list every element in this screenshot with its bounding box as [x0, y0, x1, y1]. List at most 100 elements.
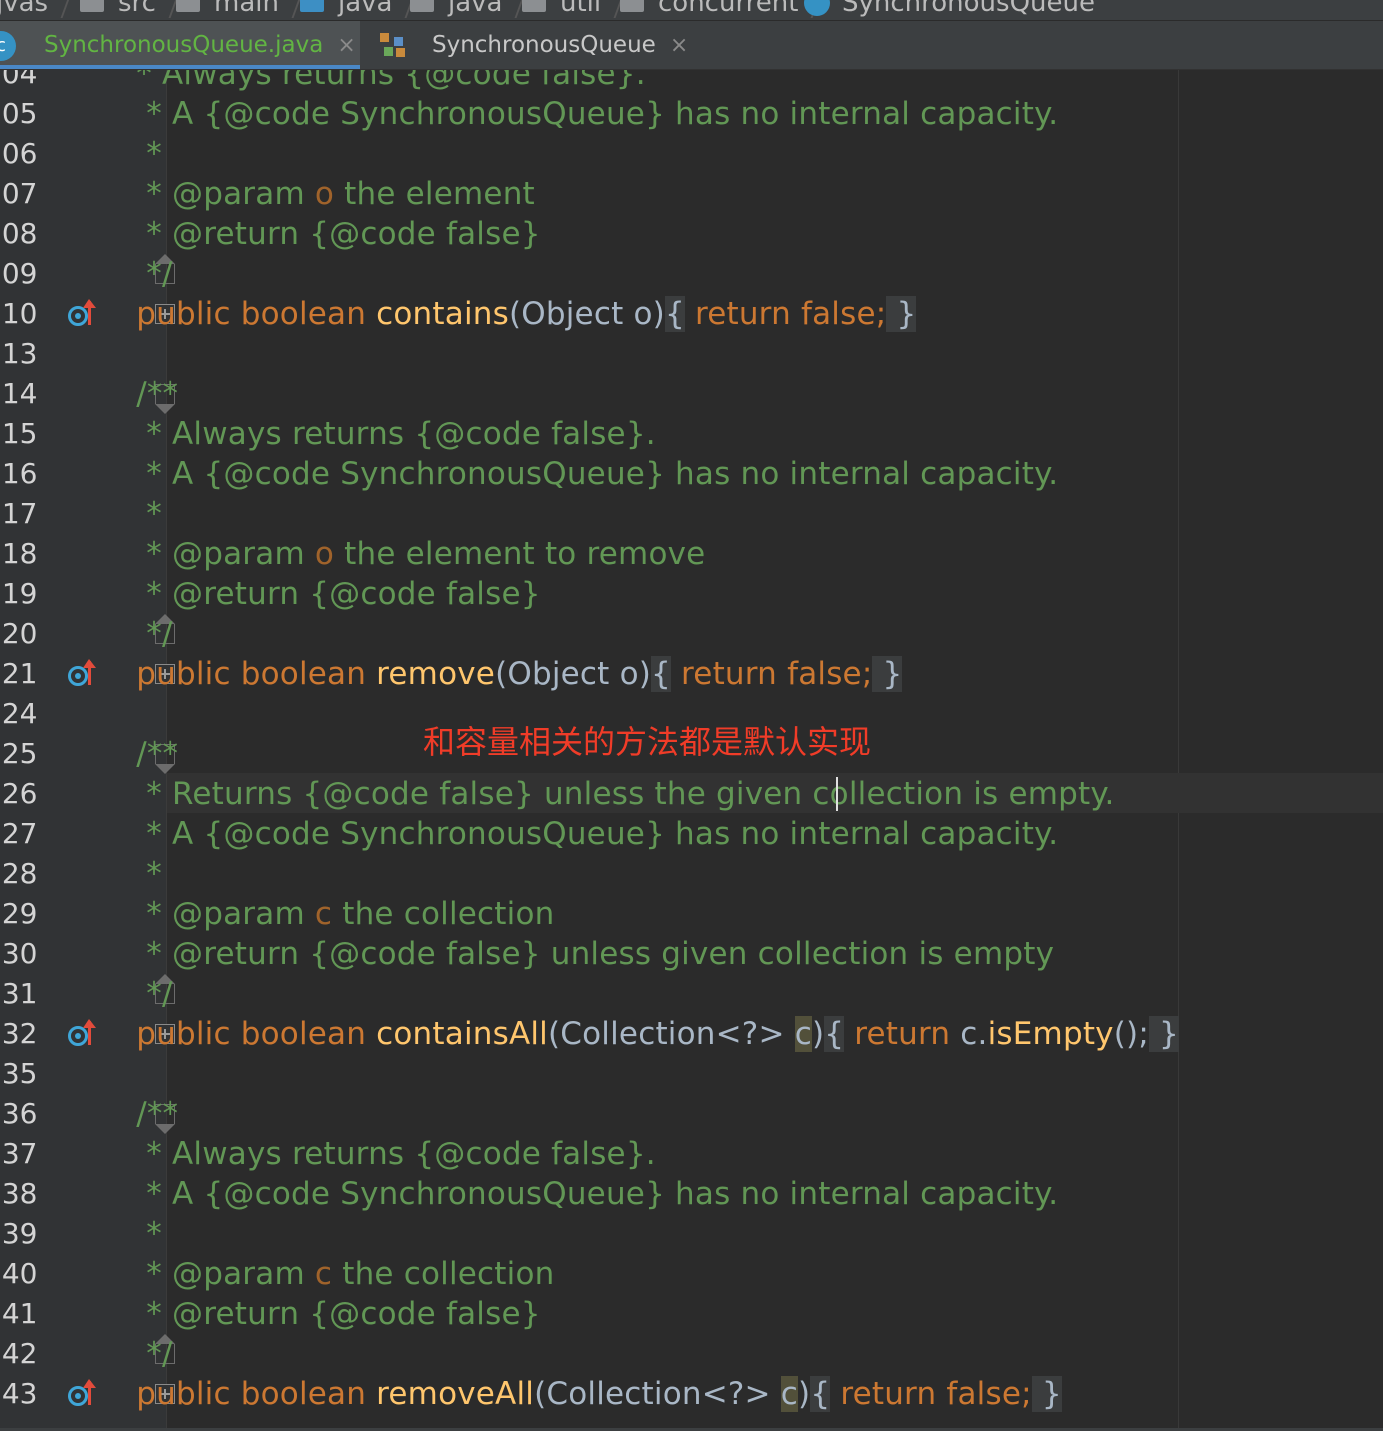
breadcrumb-label: SynchronousQueue	[842, 0, 1095, 18]
code-text[interactable]: * A {@code SynchronousQueue} has no inte…	[96, 454, 1058, 494]
line-number: 028	[0, 857, 38, 890]
code-text[interactable]: * Always returns {@code false}.	[96, 414, 656, 454]
line-number: 021	[0, 657, 38, 690]
breadcrumb-item[interactable]: src	[80, 0, 182, 18]
code-text[interactable]: * @return {@code false} unless given col…	[96, 934, 1054, 974]
code-token: (Object o)	[508, 296, 665, 332]
breadcrumb-item[interactable]: jvas	[0, 0, 74, 18]
code-text[interactable]: * @param c the collection	[96, 1254, 554, 1294]
code-text[interactable]: /**	[96, 734, 178, 774]
line-number: 032	[0, 1017, 38, 1050]
close-icon[interactable]: ×	[670, 33, 688, 58]
code-line: 029 * @param c the collection	[0, 894, 1383, 934]
code-text[interactable]: * @return {@code false}	[96, 214, 541, 254]
code-token: *	[96, 856, 162, 892]
code-text[interactable]: * Returns {@code false} unless the given…	[96, 774, 1115, 814]
breadcrumb-item[interactable]: java	[300, 0, 418, 18]
code-token: )	[811, 1016, 825, 1052]
code-line: 039 *	[0, 1214, 1383, 1254]
code-text[interactable]: * @return {@code false}	[96, 1294, 541, 1334]
code-token: c	[794, 1016, 812, 1052]
line-number: 043	[0, 1377, 38, 1410]
breadcrumb-label: jvas	[0, 0, 49, 18]
line-number: 004	[0, 70, 38, 90]
code-text[interactable]: public boolean containsAll(Collection<?>…	[96, 1014, 1179, 1054]
code-text[interactable]: * Always returns {@code false}.	[96, 70, 646, 94]
class-icon: c	[0, 31, 16, 61]
line-number: 026	[0, 777, 38, 810]
breadcrumb-item[interactable]: SynchronousQueue	[804, 0, 1095, 18]
code-text[interactable]: * A {@code SynchronousQueue} has no inte…	[96, 94, 1058, 134]
code-text[interactable]: public boolean contains(Object o){ retur…	[96, 294, 917, 334]
text-caret	[836, 777, 838, 811]
line-number: 030	[0, 937, 38, 970]
code-token: }	[1148, 1016, 1179, 1052]
code-text[interactable]: * A {@code SynchronousQueue} has no inte…	[96, 814, 1058, 854]
line-number: 015	[0, 417, 38, 450]
line-number: 016	[0, 457, 38, 490]
code-text[interactable]: *	[96, 854, 162, 894]
code-line: 031 */	[0, 974, 1383, 1014]
breadcrumb-item[interactable]: java	[410, 0, 528, 18]
code-text[interactable]: */	[96, 614, 173, 654]
code-line: 007 * @param o the element	[0, 174, 1383, 214]
code-text[interactable]: public boolean removeAll(Collection<?> c…	[96, 1374, 1062, 1414]
code-token: (Collection<?>	[534, 1376, 781, 1412]
code-text[interactable]: *	[96, 1214, 162, 1254]
code-text[interactable]: /**	[96, 374, 178, 414]
tab-synchronousqueue-structure[interactable]: SynchronousQueue ×	[362, 21, 692, 69]
code-token: * Returns {@code false} unless the given…	[96, 776, 1115, 812]
code-token: the collection	[332, 1256, 555, 1292]
code-token: return false;	[684, 296, 887, 332]
line-number: 020	[0, 617, 38, 650]
code-line: 017 *	[0, 494, 1383, 534]
breadcrumb-item[interactable]: util	[522, 0, 627, 18]
code-token: * @param	[96, 1256, 315, 1292]
code-text[interactable]: * @param c the collection	[96, 894, 554, 934]
code-token: */	[96, 1336, 173, 1372]
code-token: /**	[96, 736, 179, 772]
code-token: * A {@code SynchronousQueue} has no inte…	[96, 816, 1059, 852]
code-token: * @return {@code false} unless given col…	[96, 936, 1055, 972]
line-number: 041	[0, 1297, 38, 1330]
close-icon[interactable]: ×	[337, 33, 355, 58]
breadcrumb-item[interactable]: concurrent	[620, 0, 824, 18]
class-icon	[804, 0, 830, 16]
tab-synchronousqueue-java[interactable]: c SynchronousQueue.java ×	[0, 21, 360, 69]
breadcrumb-label: util	[560, 0, 602, 18]
code-line: 009 */	[0, 254, 1383, 294]
code-token: }	[872, 656, 903, 692]
line-number: 025	[0, 737, 38, 770]
line-number: 039	[0, 1217, 38, 1250]
code-text[interactable]: *	[96, 134, 162, 174]
code-text[interactable]: */	[96, 1334, 173, 1374]
code-text[interactable]: public boolean remove(Object o){ return …	[96, 654, 903, 694]
line-number: 017	[0, 497, 38, 530]
line-number: 036	[0, 1097, 38, 1130]
code-text[interactable]: *	[96, 494, 162, 534]
line-number: 024	[0, 697, 38, 730]
code-token: c	[780, 1376, 799, 1412]
line-number: 005	[0, 97, 38, 130]
code-line: 040 * @param c the collection	[0, 1254, 1383, 1294]
breadcrumb-item[interactable]: main	[176, 0, 305, 18]
code-line: 019 * @return {@code false}	[0, 574, 1383, 614]
code-text[interactable]: /**	[96, 1094, 178, 1134]
code-token: public boolean	[96, 656, 377, 692]
package-icon	[620, 0, 644, 12]
code-token: {	[824, 1016, 845, 1052]
code-text[interactable]: * A {@code SynchronousQueue} has no inte…	[96, 1174, 1058, 1214]
code-token: * @param	[96, 536, 315, 572]
code-text[interactable]: * @return {@code false}	[96, 574, 541, 614]
code-text[interactable]: * Always returns {@code false}.	[96, 1134, 656, 1174]
code-text[interactable]: */	[96, 974, 173, 1014]
folder-icon	[80, 0, 104, 12]
code-text[interactable]: */	[96, 254, 173, 294]
code-token: c	[314, 1256, 333, 1292]
code-text[interactable]: * @param o the element to remove	[96, 534, 705, 574]
code-editor[interactable]: 004 * Always returns {@code false}. 005 *…	[0, 70, 1383, 1431]
code-token: return	[844, 1016, 961, 1052]
code-token: the element to remove	[334, 536, 706, 572]
code-line: 010 public boolean contains(Object o){ r…	[0, 294, 1383, 334]
code-text[interactable]: * @param o the element	[96, 174, 535, 214]
